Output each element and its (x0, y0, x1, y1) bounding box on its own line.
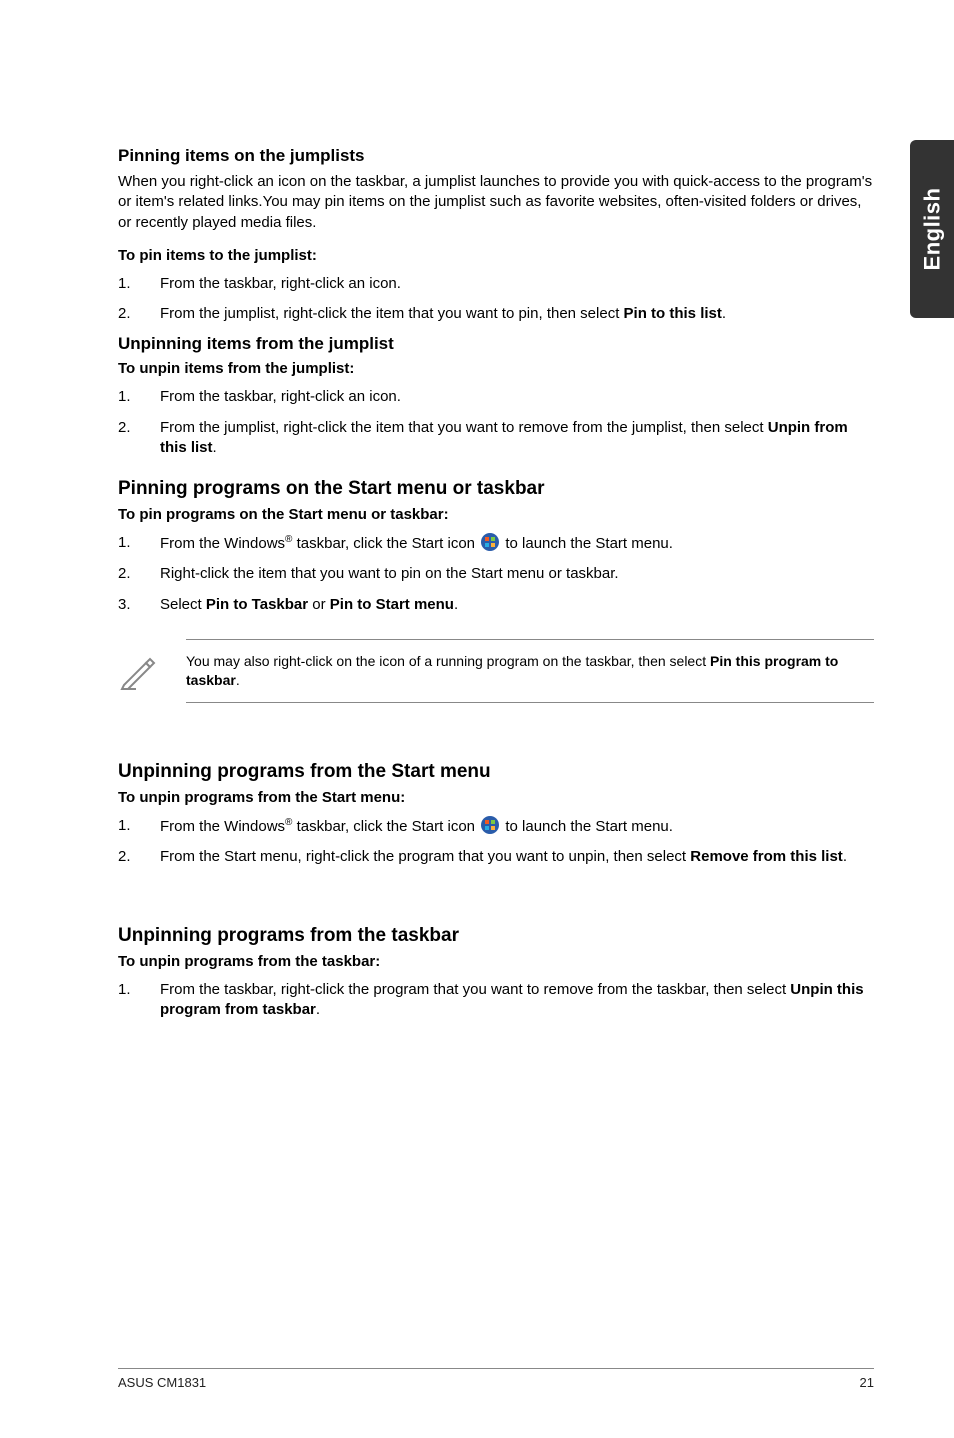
note-pencil-icon (118, 651, 158, 691)
bold-run: Pin to Start menu (330, 596, 454, 613)
subheading-unpin-start: To unpin programs from the Start menu: (118, 789, 874, 806)
subheading-pin-jumplist: To pin items to the jumplist: (118, 247, 874, 264)
step-text: From the taskbar, right-click an icon. (160, 387, 874, 407)
text-run: From the jumplist, right-click the item … (160, 419, 768, 436)
windows-start-icon (481, 816, 499, 834)
step-number: 1. (118, 980, 160, 1000)
subheading-pin-start-taskbar: To pin programs on the Start menu or tas… (118, 506, 874, 523)
text-run: . (316, 1001, 320, 1018)
step-number: 1. (118, 387, 160, 407)
step-text: From the taskbar, right-click an icon. (160, 274, 874, 294)
note-text: You may also right-click on the icon of … (186, 639, 874, 703)
text-run: From the jumplist, right-click the item … (160, 305, 624, 322)
step-text: From the Start menu, right-click the pro… (160, 847, 874, 867)
heading-unpinning-jumplist: Unpinning items from the jumplist (118, 334, 874, 354)
heading-pinning-start-taskbar: Pinning programs on the Start menu or ta… (118, 478, 874, 500)
step-text: Select Pin to Taskbar or Pin to Start me… (160, 595, 874, 615)
steps-pin-start-taskbar: 1. From the Windows® taskbar, click the … (118, 533, 874, 615)
page-content: English Pinning items on the jumplists W… (0, 0, 954, 1438)
text-run: to launch the Start menu. (501, 535, 673, 552)
step-number: 2. (118, 418, 160, 438)
text-run: From the Windows (160, 818, 285, 835)
bold-run: Pin to Taskbar (206, 596, 308, 613)
list-item: 1. From the Windows® taskbar, click the … (118, 816, 874, 837)
list-item: 2. Right-click the item that you want to… (118, 564, 874, 584)
text-run: . (843, 848, 847, 865)
text-run: taskbar, click the Start icon (292, 535, 479, 552)
bold-run: Pin to this list (624, 305, 722, 322)
steps-unpin-start: 1. From the Windows® taskbar, click the … (118, 816, 874, 868)
text-run: . (213, 439, 217, 456)
list-item: 3. Select Pin to Taskbar or Pin to Start… (118, 595, 874, 615)
step-number: 2. (118, 847, 160, 867)
text-run: You may also right-click on the icon of … (186, 653, 710, 669)
text-run: From the Windows (160, 535, 285, 552)
text-run: . (722, 305, 726, 322)
list-item: 2. From the Start menu, right-click the … (118, 847, 874, 867)
footer-product: ASUS CM1831 (118, 1375, 206, 1390)
subheading-unpin-taskbar: To unpin programs from the taskbar: (118, 953, 874, 970)
step-text: From the Windows® taskbar, click the Sta… (160, 533, 874, 554)
list-item: 2. From the jumplist, right-click the it… (118, 304, 874, 324)
step-number: 2. (118, 564, 160, 584)
heading-pinning-jumplists: Pinning items on the jumplists (118, 146, 874, 166)
step-text: From the jumplist, right-click the item … (160, 304, 874, 324)
text-run: . (236, 672, 240, 688)
intro-paragraph: When you right-click an icon on the task… (118, 172, 874, 233)
heading-unpinning-start: Unpinning programs from the Start menu (118, 761, 874, 783)
step-number: 1. (118, 274, 160, 294)
step-number: 2. (118, 304, 160, 324)
steps-pin-jumplist: 1. From the taskbar, right-click an icon… (118, 274, 874, 325)
step-number: 1. (118, 816, 160, 836)
steps-unpin-taskbar: 1. From the taskbar, right-click the pro… (118, 980, 874, 1021)
page-footer: ASUS CM1831 21 (118, 1368, 874, 1390)
step-number: 3. (118, 595, 160, 615)
footer-page-number: 21 (860, 1375, 874, 1390)
step-text: From the jumplist, right-click the item … (160, 418, 874, 459)
list-item: 1. From the taskbar, right-click an icon… (118, 387, 874, 407)
text-run: From the Start menu, right-click the pro… (160, 848, 690, 865)
bold-run: Remove from this list (690, 848, 843, 865)
step-text: From the Windows® taskbar, click the Sta… (160, 816, 874, 837)
text-run: taskbar, click the Start icon (292, 818, 479, 835)
language-side-tab: English (910, 140, 954, 318)
windows-start-icon (481, 533, 499, 551)
note-block: You may also right-click on the icon of … (118, 639, 874, 703)
list-item: 1. From the taskbar, right-click the pro… (118, 980, 874, 1021)
steps-unpin-jumplist: 1. From the taskbar, right-click an icon… (118, 387, 874, 458)
language-label: English (919, 188, 945, 271)
step-number: 1. (118, 533, 160, 553)
text-run: Select (160, 596, 206, 613)
list-item: 1. From the taskbar, right-click an icon… (118, 274, 874, 294)
list-item: 2. From the jumplist, right-click the it… (118, 418, 874, 459)
step-text: From the taskbar, right-click the progra… (160, 980, 874, 1021)
heading-unpinning-taskbar: Unpinning programs from the taskbar (118, 925, 874, 947)
subheading-unpin-jumplist: To unpin items from the jumplist: (118, 360, 874, 377)
text-run: or (308, 596, 330, 613)
step-text: Right-click the item that you want to pi… (160, 564, 874, 584)
text-run: . (454, 596, 458, 613)
text-run: From the taskbar, right-click the progra… (160, 981, 790, 998)
text-run: to launch the Start menu. (501, 818, 673, 835)
list-item: 1. From the Windows® taskbar, click the … (118, 533, 874, 554)
